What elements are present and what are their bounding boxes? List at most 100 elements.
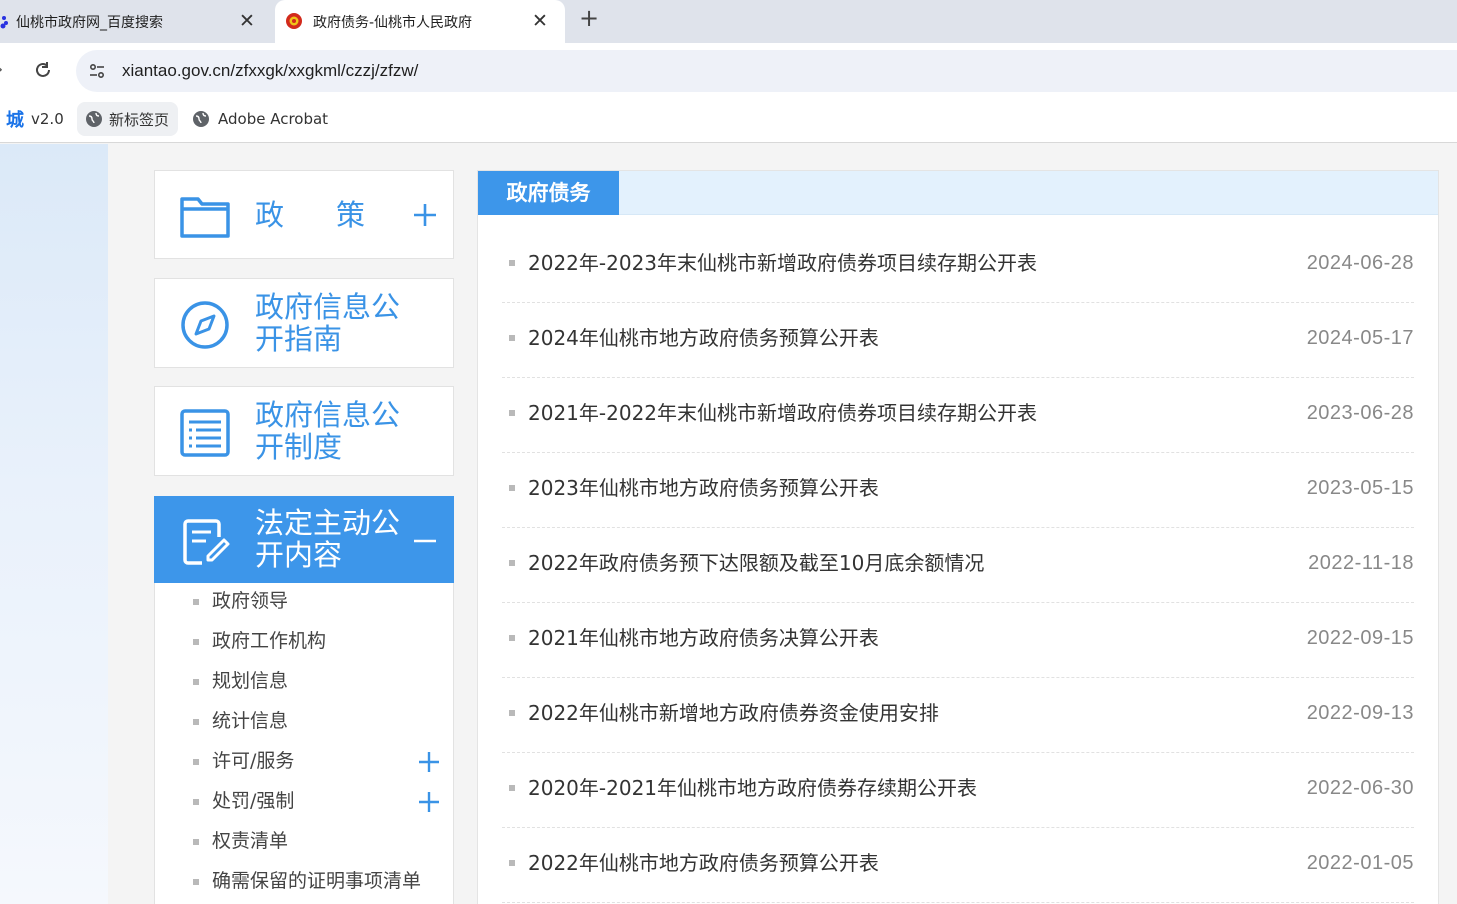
article-date: 2023-06-28	[1306, 402, 1414, 424]
article-row[interactable]: 2021年仙桃市地方政府债务决算公开表 2022-09-15	[502, 603, 1414, 678]
submenu-item-government-leaders[interactable]: 政府领导	[155, 583, 453, 623]
submenu-item-label: 政府工作机构	[212, 630, 327, 652]
article-date: 2022-09-13	[1306, 702, 1414, 724]
article-row[interactable]: 2023年仙桃市地方政府债务预算公开表 2023-05-15	[502, 453, 1414, 528]
submenu-item-label: 统计信息	[212, 710, 289, 732]
article-row[interactable]: 2022年仙桃市新增地方政府债券资金使用安排 2022-09-13	[502, 678, 1414, 753]
submenu-item-label: 许可/服务	[212, 750, 295, 772]
submenu-item-label: 处罚/强制	[212, 790, 295, 812]
main-content-panel: 政府债务 2022年-2023年末仙桃市新增政府债券项目续存期公开表 2024-…	[477, 170, 1439, 904]
bookmark-new-tab[interactable]: 新标签页	[77, 102, 178, 136]
article-title-link[interactable]: 2023年仙桃市地方政府债务预算公开表	[528, 474, 879, 502]
submenu-item-label: 政府领导	[212, 590, 289, 612]
collapse-minus-icon[interactable]	[411, 527, 439, 555]
submenu-item-permits-services[interactable]: 许可/服务	[155, 743, 453, 783]
submenu-item-planning-info[interactable]: 规划信息	[155, 663, 453, 703]
article-row[interactable]: 2022年-2023年末仙桃市新增政府债券项目续存期公开表 2024-06-28	[502, 228, 1414, 303]
sidebar-item-label: 政府信息公开指南	[255, 290, 401, 356]
bullet	[193, 879, 199, 885]
bullet	[509, 710, 515, 716]
bookmark-city-v2[interactable]: 城 v2.0	[6, 102, 64, 136]
article-row[interactable]: 2024年仙桃市地方政府债务预算公开表 2024-05-17	[502, 303, 1414, 378]
edit-document-icon	[183, 519, 230, 565]
bookmark-label: 新标签页	[109, 110, 170, 129]
expand-plus-icon[interactable]	[417, 750, 441, 774]
article-row[interactable]: 2022年政府债务预下达限额及截至10月底余额情况 2022-11-18	[502, 528, 1414, 603]
sidebar-item-label: 法定主动公开内容	[255, 506, 401, 572]
submenu-item-statistics-info[interactable]: 统计信息	[155, 703, 453, 743]
article-row[interactable]: 2022年仙桃市地方政府债务预算公开表 2022-01-05	[502, 828, 1414, 903]
bookmark-label: Adobe Acrobat	[218, 110, 329, 128]
article-row[interactable]: 2021年-2022年末仙桃市新增政府债券项目续存期公开表 2023-06-28	[502, 378, 1414, 453]
article-title-link[interactable]: 2022年仙桃市地方政府债务预算公开表	[528, 849, 879, 877]
article-title-link[interactable]: 2022年-2023年末仙桃市新增政府债券项目续存期公开表	[528, 249, 1037, 277]
article-title-link[interactable]: 2022年政府债务预下达限额及截至10月底余额情况	[528, 549, 984, 577]
tab-baidu-search[interactable]: 仙桃市政府网_百度搜索 ✕	[0, 0, 272, 43]
bullet	[193, 599, 199, 605]
submenu-item-work-agencies[interactable]: 政府工作机构	[155, 623, 453, 663]
article-date: 2022-11-18	[1308, 552, 1414, 574]
reload-icon[interactable]	[32, 59, 54, 81]
bullet	[509, 635, 515, 641]
forward-arrow-icon[interactable]: ›	[0, 59, 10, 81]
bullet	[509, 560, 515, 566]
sidebar-item-statutory-disclosure[interactable]: 法定主动公开内容	[154, 496, 454, 583]
new-tab-button[interactable]: +	[576, 6, 602, 32]
baidu-paw-icon	[0, 16, 8, 29]
bullet	[193, 639, 199, 645]
bookmark-label: v2.0	[31, 110, 64, 128]
sidebar-submenu: 政府领导 政府工作机构 规划信息 统计信息 许可/服务 处罚/强制 权责清单 确…	[154, 583, 454, 904]
submenu-item-label: 权责清单	[212, 830, 289, 852]
bookmark-prefix: 城	[6, 110, 24, 131]
bullet	[509, 785, 515, 791]
site-settings-icon[interactable]	[87, 61, 107, 81]
article-title-link[interactable]: 2020年-2021年仙桃市地方政府债券存续期公开表	[528, 774, 977, 802]
article-date: 2022-06-30	[1306, 777, 1414, 799]
article-date: 2024-05-17	[1306, 327, 1414, 349]
submenu-item-label: 规划信息	[212, 670, 289, 692]
bullet	[509, 410, 515, 416]
bookmarks-bar: 城 v2.0 新标签页 Adobe Acrobat	[0, 99, 1457, 143]
tab-government-debt[interactable]: 政府债务-仙桃市人民政府 ✕	[275, 0, 565, 43]
sidebar-item-label: 政府信息公开制度	[255, 398, 401, 464]
article-date: 2023-05-15	[1306, 477, 1414, 499]
submenu-item-responsibility-list[interactable]: 权责清单	[155, 823, 453, 863]
bullet	[193, 719, 199, 725]
submenu-item-penalties-enforcement[interactable]: 处罚/强制	[155, 783, 453, 823]
bullet	[193, 799, 199, 805]
article-title-link[interactable]: 2021年仙桃市地方政府债务决算公开表	[528, 624, 879, 652]
globe-icon	[193, 111, 209, 127]
close-tab-icon[interactable]: ✕	[529, 10, 551, 32]
bullet	[509, 860, 515, 866]
bookmark-adobe-acrobat[interactable]: Adobe Acrobat	[190, 102, 328, 136]
article-date: 2022-09-15	[1306, 627, 1414, 649]
compass-icon	[181, 301, 229, 349]
sidebar-item-disclosure-guide[interactable]: 政府信息公开指南	[154, 278, 454, 368]
url-text: xiantao.gov.cn/zfxxgk/xxgkml/czzj/zfzw/	[122, 61, 419, 80]
content-header: 政府债务	[478, 171, 1438, 215]
sidebar-item-disclosure-system[interactable]: 政府信息公开制度	[154, 386, 454, 476]
expand-plus-icon[interactable]	[411, 201, 439, 229]
bullet	[509, 260, 515, 266]
globe-icon	[86, 111, 102, 127]
article-title-link[interactable]: 2024年仙桃市地方政府债务预算公开表	[528, 324, 879, 352]
national-emblem-icon	[286, 13, 302, 29]
folder-icon	[180, 197, 230, 238]
tab-title: 政府债务-仙桃市人民政府	[313, 14, 473, 31]
close-tab-icon[interactable]: ✕	[236, 10, 258, 32]
bullet	[509, 335, 515, 341]
submenu-item-certificate-list[interactable]: 确需保留的证明事项清单	[155, 863, 453, 903]
list-document-icon	[180, 409, 230, 457]
bullet	[193, 759, 199, 765]
sidebar-item-policy[interactable]: 政策	[154, 170, 454, 259]
left-background-strip	[0, 144, 108, 904]
tab-bar: 仙桃市政府网_百度搜索 ✕ 政府债务-仙桃市人民政府 ✕ +	[0, 0, 1457, 43]
address-bar[interactable]: xiantao.gov.cn/zfxxgk/xxgkml/czzj/zfzw/	[76, 50, 1457, 92]
article-title-link[interactable]: 2022年仙桃市新增地方政府债券资金使用安排	[528, 699, 939, 727]
article-row[interactable]: 2020年-2021年仙桃市地方政府债券存续期公开表 2022-06-30	[502, 753, 1414, 828]
article-title-link[interactable]: 2021年-2022年末仙桃市新增政府债券项目续存期公开表	[528, 399, 1037, 427]
article-date: 2024-06-28	[1306, 252, 1414, 274]
tab-title: 仙桃市政府网_百度搜索	[16, 14, 163, 31]
expand-plus-icon[interactable]	[417, 790, 441, 814]
bullet	[509, 485, 515, 491]
